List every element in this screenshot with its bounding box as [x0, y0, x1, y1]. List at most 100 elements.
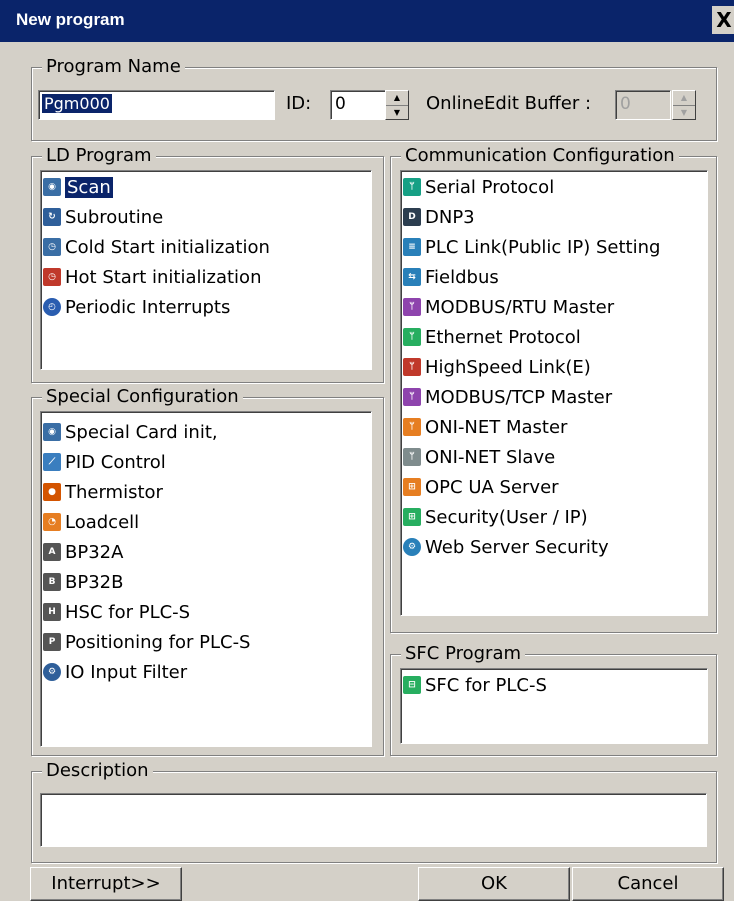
special-item-io-filter[interactable]: ⚙ IO Input Filter: [43, 658, 187, 686]
sfc-icon: ⊟: [403, 676, 421, 694]
oni-net-master-icon: ᛘ: [403, 418, 421, 436]
special-item-bp32b[interactable]: B BP32B: [43, 568, 123, 596]
scan-icon: ◉: [43, 178, 61, 196]
comm-item-modbus-rtu[interactable]: ᛘ MODBUS/RTU Master: [403, 293, 614, 321]
comm-item-fieldbus[interactable]: ⇆ Fieldbus: [403, 263, 499, 291]
list-item-label: IO Input Filter: [65, 661, 188, 683]
new-program-dialog: { "window": { "title": "New program", "c…: [0, 0, 734, 901]
security-icon: ⊞: [403, 508, 421, 526]
special-item-pid[interactable]: ⟋ PID Control: [43, 448, 166, 476]
special-item-positioning[interactable]: P Positioning for PLC-S: [43, 628, 250, 656]
description-legend: Description: [42, 759, 153, 783]
special-item-thermistor[interactable]: ● Thermistor: [43, 478, 163, 506]
program-name-legend: Program Name: [42, 55, 185, 79]
list-item-label: MODBUS/RTU Master: [425, 296, 615, 318]
comm-item-dnp3[interactable]: D DNP3: [403, 203, 475, 231]
list-item-label: Positioning for PLC-S: [65, 631, 251, 653]
io-filter-icon: ⚙: [43, 663, 61, 681]
special-config-list[interactable]: ◉ Special Card init, ⟋ PID Control ● The…: [40, 411, 372, 747]
list-item-label: Periodic Interrupts: [65, 296, 231, 318]
hsc-icon: H: [43, 603, 61, 621]
spin-up-icon: ▲: [673, 91, 695, 106]
buffer-input: 0: [615, 90, 671, 120]
list-item-label: SFC for PLC-S: [425, 674, 547, 696]
comm-item-modbus-tcp[interactable]: ᛘ MODBUS/TCP Master: [403, 383, 612, 411]
spin-down-icon[interactable]: ▼: [386, 106, 408, 120]
clock-icon: ◴: [43, 298, 61, 316]
list-item-label: ONI-NET Master: [425, 416, 568, 438]
pid-control-icon: ⟋: [43, 453, 61, 471]
list-item-label: ONI-NET Slave: [425, 446, 556, 468]
list-item-label: Scan: [65, 176, 113, 198]
list-item-label: Subroutine: [65, 206, 164, 228]
list-item-label: BP32A: [65, 541, 124, 563]
list-item-label: Serial Protocol: [425, 176, 555, 198]
ld-item-subroutine[interactable]: ↻ Subroutine: [43, 203, 163, 231]
comm-item-ethernet[interactable]: ᛘ Ethernet Protocol: [403, 323, 581, 351]
fieldbus-icon: ⇆: [403, 268, 421, 286]
id-label: ID:: [286, 93, 312, 114]
list-item-label: Security(User / IP): [425, 506, 588, 528]
id-spinner[interactable]: ▲ ▼: [385, 90, 409, 120]
id-input[interactable]: 0: [330, 90, 386, 120]
plc-link-icon: ≡: [403, 238, 421, 256]
subroutine-icon: ↻: [43, 208, 61, 226]
ld-item-scan[interactable]: ◉ Scan: [43, 173, 113, 201]
sfc-item-plc-s[interactable]: ⊟ SFC for PLC-S: [403, 671, 547, 699]
close-icon[interactable]: X: [712, 6, 734, 34]
list-item-label: DNP3: [425, 206, 475, 228]
thermistor-icon: ●: [43, 483, 61, 501]
comm-item-security[interactable]: ⊞ Security(User / IP): [403, 503, 588, 531]
spin-up-icon[interactable]: ▲: [386, 91, 408, 106]
sfc-program-legend: SFC Program: [401, 642, 526, 666]
list-item-label: Ethernet Protocol: [425, 326, 581, 348]
title-bar: New program X: [0, 0, 734, 42]
ld-item-cold-start[interactable]: ◷ Cold Start initialization: [43, 233, 270, 261]
list-item-label: Web Server Security: [425, 536, 609, 558]
list-item-label: Hot Start initialization: [65, 266, 262, 288]
interrupt-button[interactable]: Interrupt>>: [30, 867, 182, 901]
id-value: 0: [335, 94, 346, 114]
comm-item-plc-link[interactable]: ≡ PLC Link(Public IP) Setting: [403, 233, 660, 261]
special-card-icon: ◉: [43, 423, 61, 441]
comm-item-serial[interactable]: ᛘ Serial Protocol: [403, 173, 554, 201]
hot-start-icon: ◷: [43, 268, 61, 286]
web-security-icon: ⚙: [403, 538, 421, 556]
comm-config-list[interactable]: ᛘ Serial Protocol D DNP3 ≡ PLC Link(Publ…: [400, 170, 708, 616]
description-input[interactable]: [40, 793, 707, 847]
comm-item-opc-ua[interactable]: ⊞ OPC UA Server: [403, 473, 559, 501]
highspeed-link-icon: ᛘ: [403, 358, 421, 376]
cancel-button[interactable]: Cancel: [572, 867, 724, 901]
special-item-bp32a[interactable]: A BP32A: [43, 538, 123, 566]
comm-item-oni-slave[interactable]: ᛘ ONI-NET Slave: [403, 443, 555, 471]
ld-item-hot-start[interactable]: ◷ Hot Start initialization: [43, 263, 261, 291]
spin-down-icon: ▼: [680, 108, 688, 117]
ld-program-legend: LD Program: [42, 144, 156, 168]
list-item-label: HighSpeed Link(E): [425, 356, 591, 378]
serial-protocol-icon: ᛘ: [403, 178, 421, 196]
bp32b-icon: B: [43, 573, 61, 591]
special-item-loadcell[interactable]: ◔ Loadcell: [43, 508, 139, 536]
modbus-tcp-icon: ᛘ: [403, 388, 421, 406]
cold-start-icon: ◷: [43, 238, 61, 256]
ld-item-periodic[interactable]: ◴ Periodic Interrupts: [43, 293, 230, 321]
list-item-label: HSC for PLC-S: [65, 601, 191, 623]
sfc-program-list[interactable]: ⊟ SFC for PLC-S: [400, 668, 708, 744]
comm-config-legend: Communication Configuration: [401, 144, 679, 168]
comm-item-oni-master[interactable]: ᛘ ONI-NET Master: [403, 413, 567, 441]
ld-program-list[interactable]: ◉ Scan ↻ Subroutine ◷ Cold Start initial…: [40, 170, 372, 370]
special-item-card-init[interactable]: ◉ Special Card init,: [43, 418, 218, 446]
list-item-label: Thermistor: [65, 481, 163, 503]
ok-button[interactable]: OK: [418, 867, 570, 901]
program-name-input[interactable]: Pgm000: [38, 90, 275, 120]
list-item-label: Loadcell: [65, 511, 140, 533]
dnp3-icon: D: [403, 208, 421, 226]
special-item-hsc[interactable]: H HSC for PLC-S: [43, 598, 190, 626]
comm-item-web-security[interactable]: ⚙ Web Server Security: [403, 533, 609, 561]
list-item-label: PLC Link(Public IP) Setting: [425, 236, 661, 258]
comm-item-highspeed[interactable]: ᛘ HighSpeed Link(E): [403, 353, 591, 381]
list-item-label: MODBUS/TCP Master: [425, 386, 613, 408]
bp32a-icon: A: [43, 543, 61, 561]
list-item-label: PID Control: [65, 451, 166, 473]
special-config-legend: Special Configuration: [42, 385, 243, 409]
